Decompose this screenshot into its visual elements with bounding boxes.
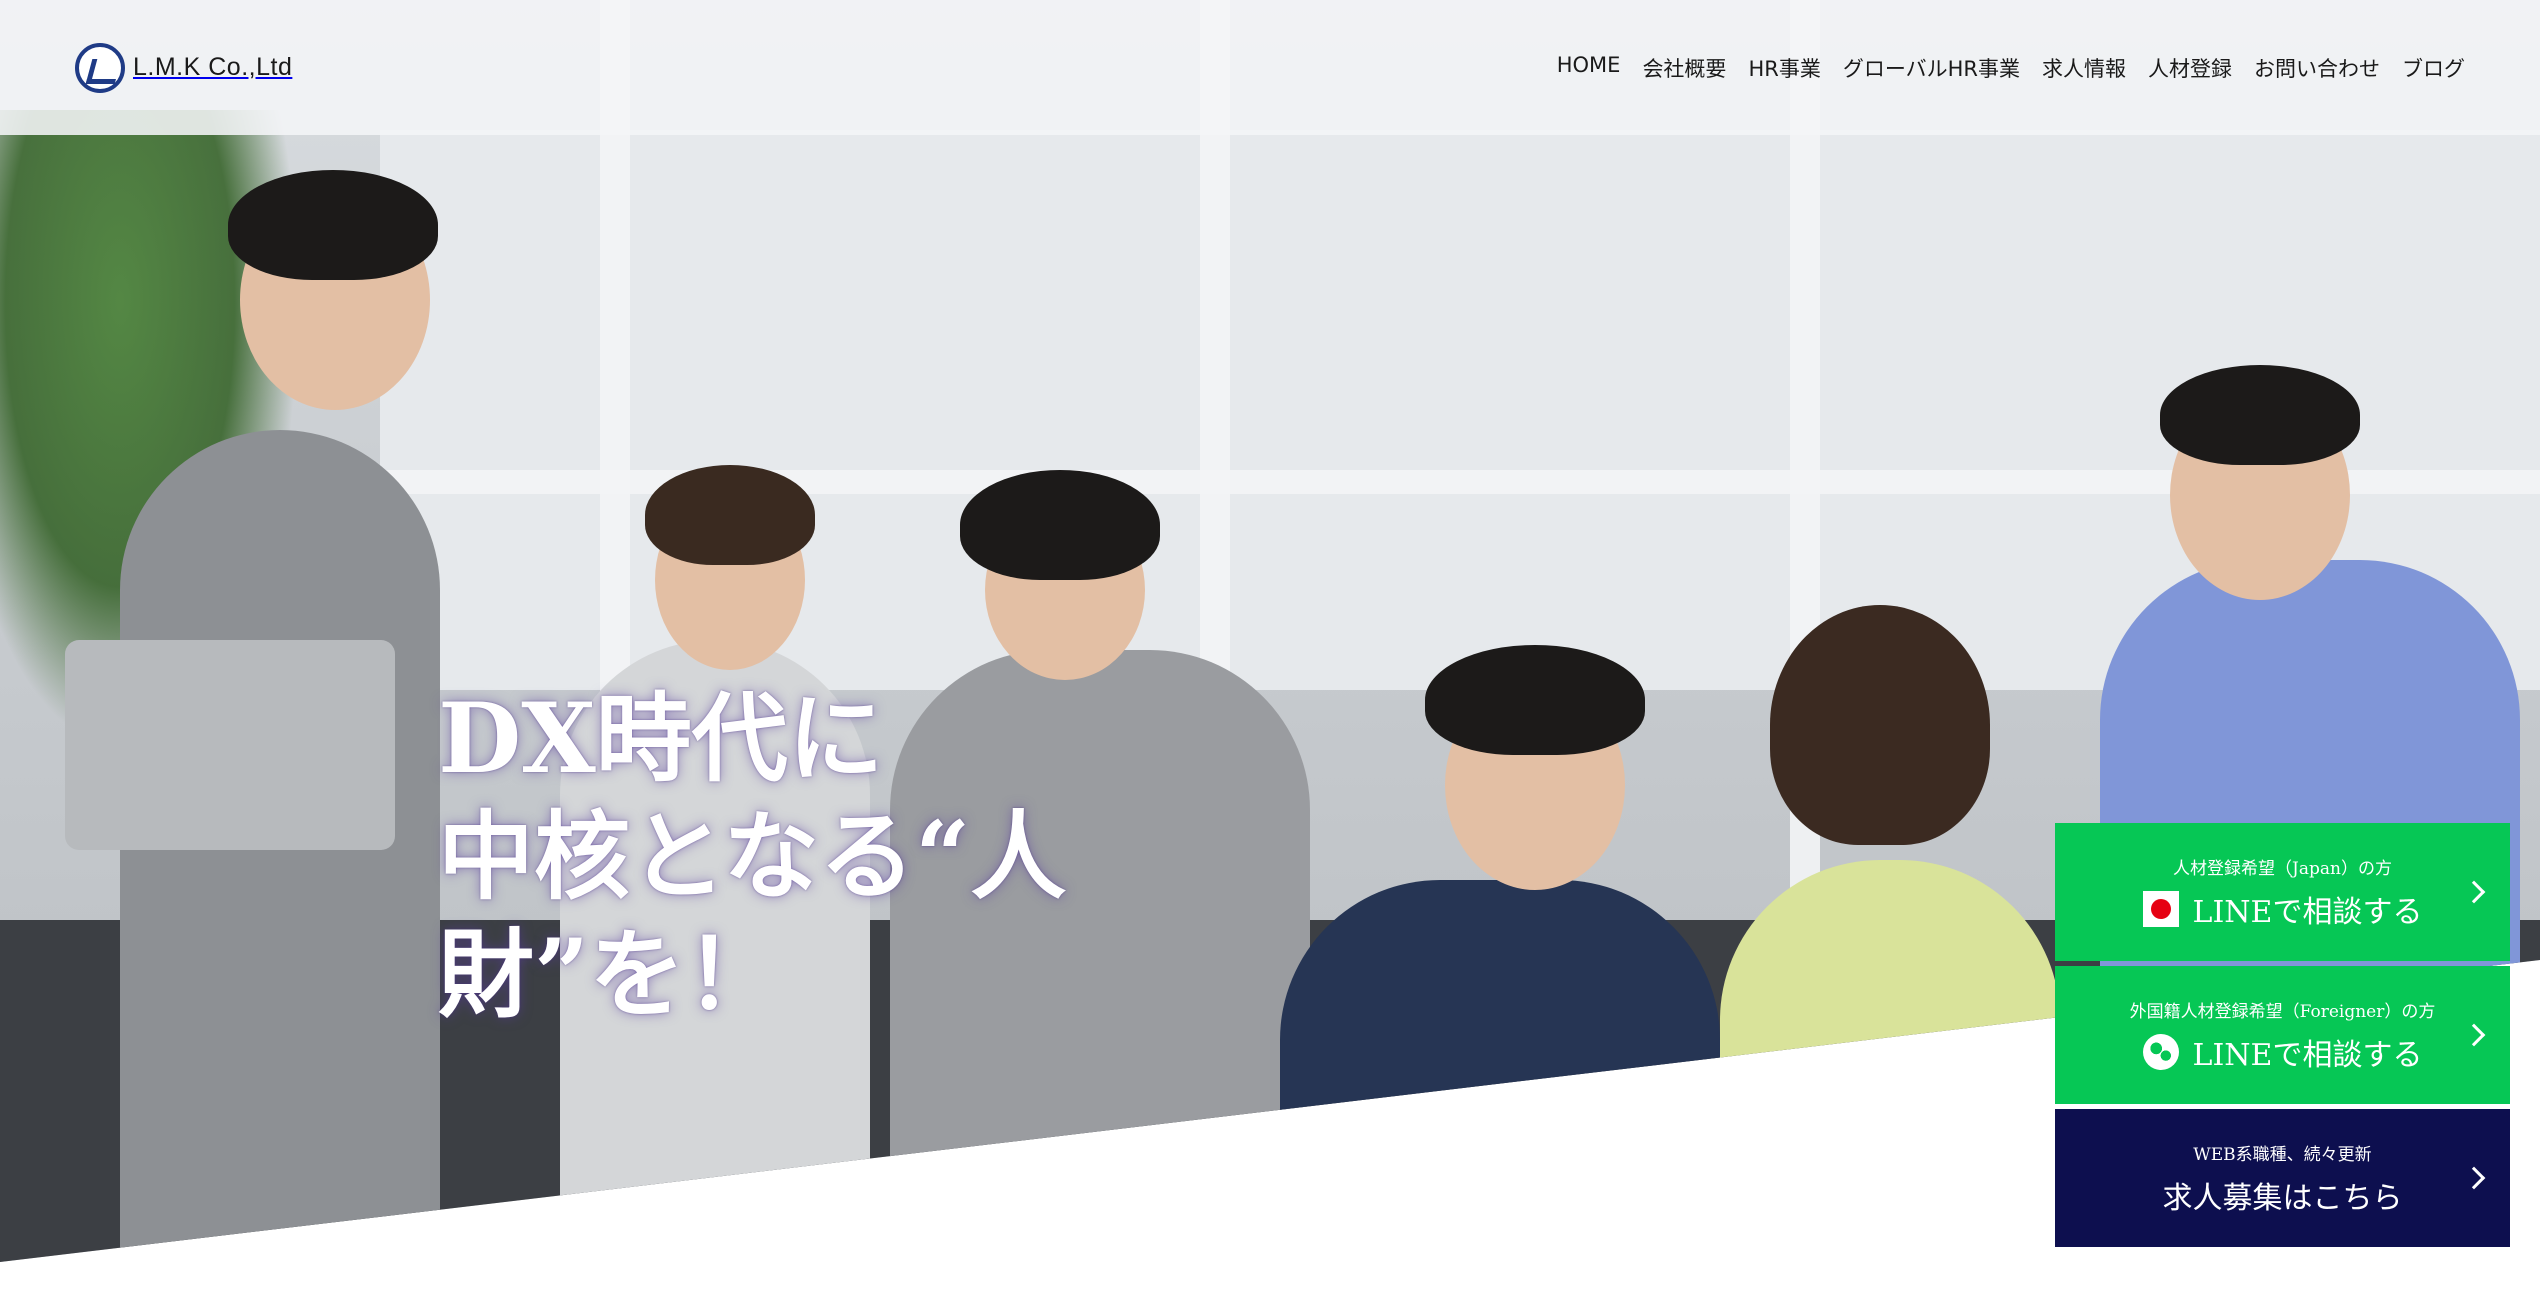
line-consult-foreigner-button[interactable]: 外国籍人材登録希望（Foreigner）の方 LINEで相談する bbox=[2055, 966, 2510, 1104]
brand-name: L.M.K Co.,Ltd bbox=[133, 53, 293, 81]
job-openings-button[interactable]: WEB系職種、続々更新 求人募集はこちら bbox=[2055, 1109, 2510, 1247]
cta-japan-label: LINEで相談する bbox=[2192, 894, 2423, 930]
hero-headline: DX時代に 中核となる“人財”を！ bbox=[438, 680, 1338, 1034]
cta-jobs-label: 求人募集はこちら bbox=[2162, 1180, 2403, 1216]
hero-headline-line1: DX時代に bbox=[438, 682, 884, 795]
line-consult-japan-button[interactable]: 人材登録希望（Japan）の方 LINEで相談する bbox=[2055, 823, 2510, 961]
cta-japan-label-row: LINEで相談する bbox=[2142, 887, 2423, 931]
logo-mark-icon bbox=[75, 42, 125, 93]
laptop bbox=[65, 640, 395, 850]
nav-item-company[interactable]: 会社概要 bbox=[1642, 53, 1726, 83]
person-hair bbox=[1770, 605, 1990, 845]
person bbox=[1280, 880, 1720, 1262]
person bbox=[120, 430, 440, 1262]
chevron-right-icon bbox=[2462, 880, 2486, 904]
logo-link[interactable]: L.M.K Co.,Ltd bbox=[75, 42, 293, 93]
nav-item-hr[interactable]: HR事業 bbox=[1748, 53, 1820, 83]
person-hair bbox=[960, 470, 1160, 580]
nav-item-register[interactable]: 人材登録 bbox=[2148, 53, 2232, 83]
globe-icon bbox=[2142, 1033, 2179, 1070]
cta-foreigner-label: LINEで相談する bbox=[2192, 1037, 2423, 1073]
person-hair bbox=[228, 170, 438, 280]
cta-japan-subtitle: 人材登録希望（Japan）の方 bbox=[2173, 858, 2392, 879]
cta-foreigner-label-row: LINEで相談する bbox=[2142, 1030, 2423, 1074]
site-header: L.M.K Co.,Ltd HOME 会社概要 HR事業 グローバルHR事業 求… bbox=[0, 0, 2540, 135]
japan-flag-icon bbox=[2142, 890, 2179, 927]
person bbox=[1720, 860, 2060, 1260]
main-nav: HOME 会社概要 HR事業 グローバルHR事業 求人情報 人材登録 お問い合わ… bbox=[1557, 53, 2465, 83]
nav-item-blog[interactable]: ブログ bbox=[2402, 53, 2465, 83]
person-hair bbox=[645, 465, 815, 565]
cta-foreigner-subtitle: 外国籍人材登録希望（Foreigner）の方 bbox=[2129, 1001, 2436, 1022]
nav-item-contact[interactable]: お問い合わせ bbox=[2254, 53, 2380, 83]
chevron-right-icon bbox=[2462, 1166, 2486, 1190]
person-hair bbox=[2160, 365, 2360, 465]
person-hair bbox=[1425, 645, 1645, 755]
chevron-right-icon bbox=[2462, 1023, 2486, 1047]
hero-headline-line2: 中核となる“人財”を！ bbox=[438, 800, 1067, 1031]
nav-item-global-hr[interactable]: グローバルHR事業 bbox=[1843, 53, 2020, 83]
nav-item-jobs[interactable]: 求人情報 bbox=[2042, 53, 2126, 83]
cta-jobs-subtitle: WEB系職種、続々更新 bbox=[2193, 1144, 2372, 1165]
nav-item-home[interactable]: HOME bbox=[1557, 53, 1621, 83]
